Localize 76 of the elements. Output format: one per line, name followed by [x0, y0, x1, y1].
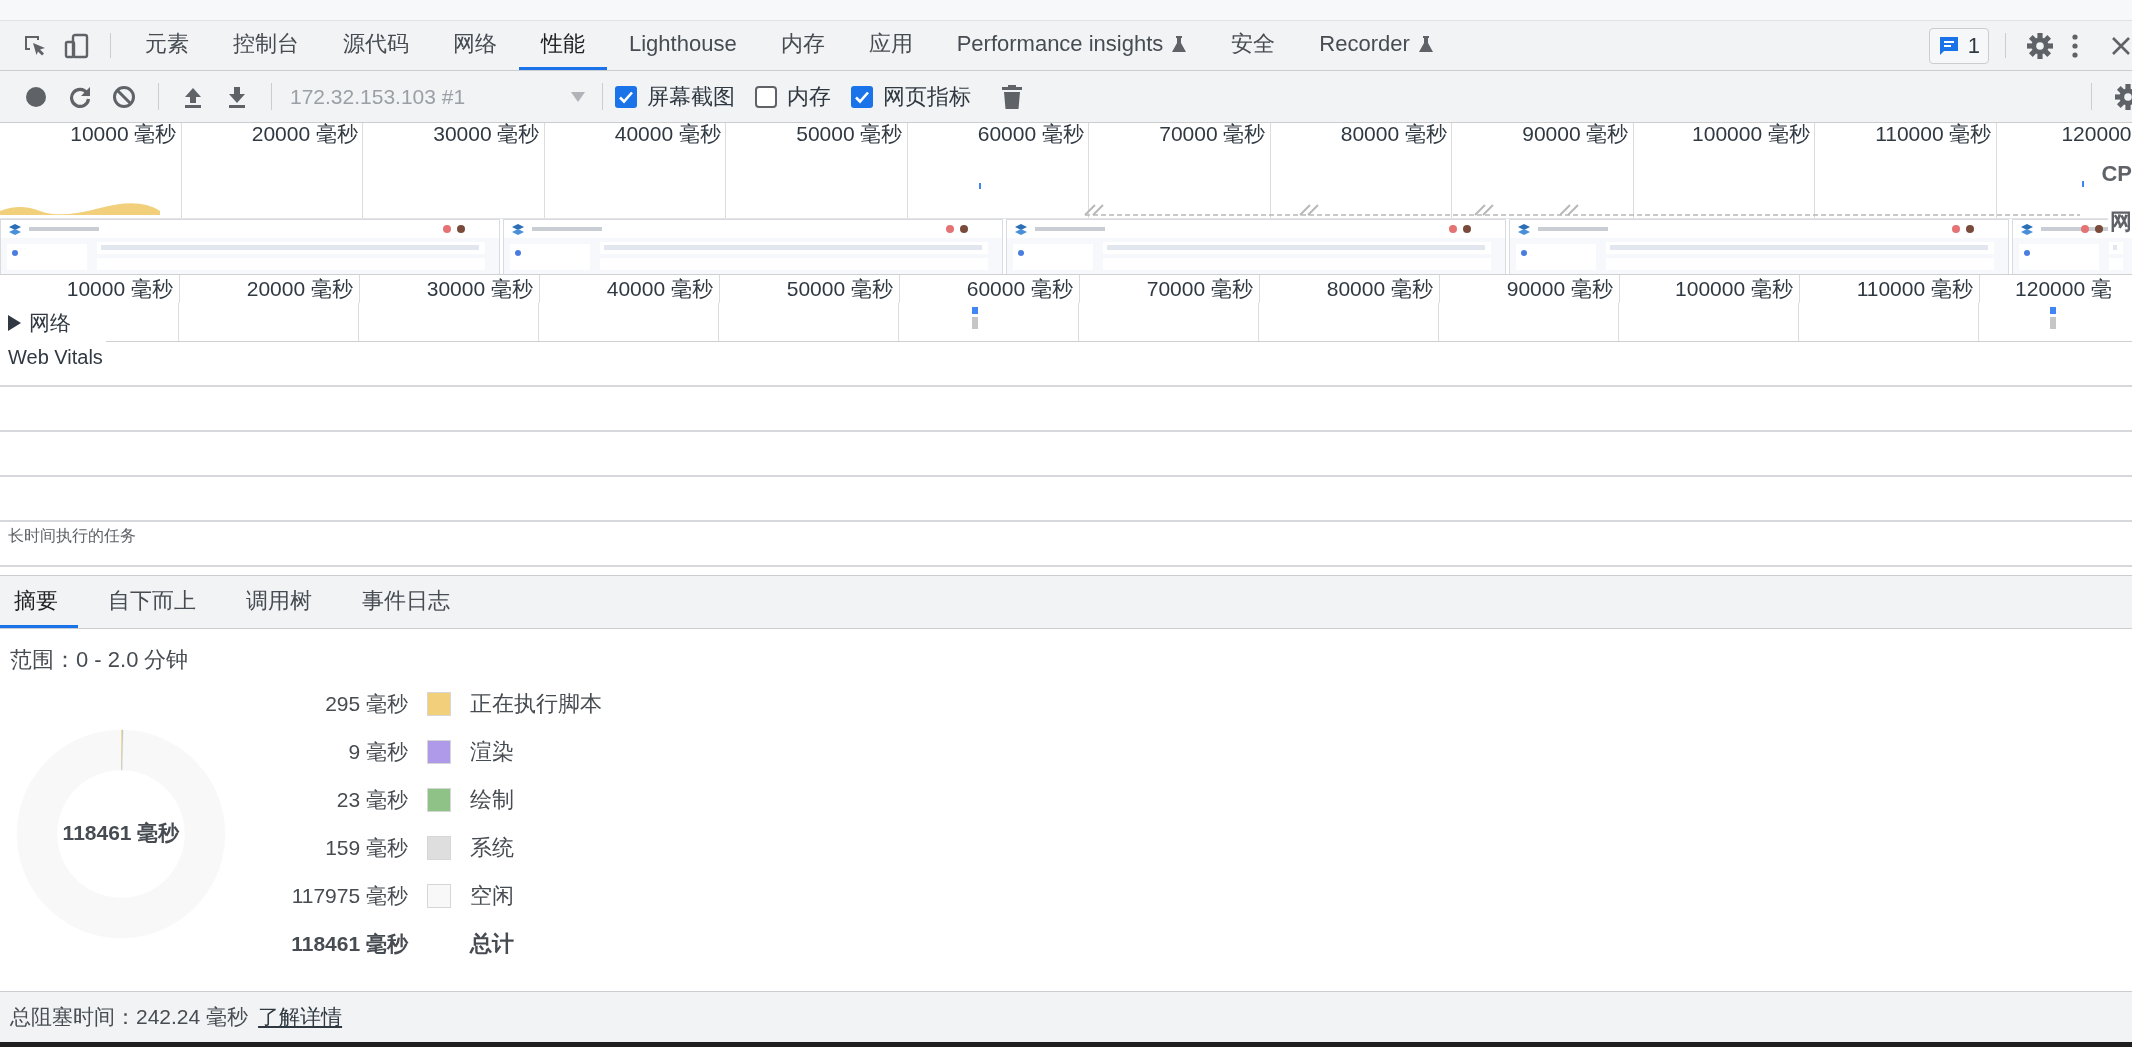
- category-label: 系统: [470, 835, 515, 860]
- time-tick-label: 10000 毫秒: [70, 123, 177, 145]
- duration-value: 295 毫秒: [324, 691, 408, 716]
- expand-arrow-icon[interactable]: [8, 315, 21, 331]
- checkbox[interactable]: [755, 85, 777, 108]
- time-tick-label: 60000 毫秒: [966, 277, 1073, 300]
- blocking-time-text: 总阻塞时间：242.24 毫秒: [10, 1004, 249, 1030]
- time-tick-label: 90000 毫秒: [1506, 277, 1613, 300]
- panel-tab[interactable]: 源代码: [321, 21, 431, 70]
- track-title[interactable]: 网络: [29, 309, 71, 337]
- details-tab[interactable]: 摘要: [0, 576, 78, 628]
- time-tick-label: 110000 毫秒: [1875, 123, 1992, 145]
- track-title: Web Vitals: [7, 345, 104, 370]
- request-marker: [972, 307, 978, 329]
- total-value: 118461 毫秒: [290, 931, 408, 956]
- time-tick-label: 120000: [2061, 123, 2132, 145]
- panel-tab[interactable]: 应用: [846, 21, 935, 70]
- more-options-icon[interactable]: [2070, 32, 2080, 59]
- track-title: 长时间执行的任务: [7, 526, 137, 546]
- time-tick-label: 100000 毫秒: [1675, 277, 1793, 300]
- panel-tab[interactable]: Performance insights: [934, 21, 1210, 70]
- duration-value: 117975 毫秒: [290, 883, 408, 908]
- category-label: 正在执行脚本: [470, 691, 602, 716]
- time-tick-label: 70000 毫秒: [1146, 277, 1253, 300]
- caret-icon: [570, 90, 586, 103]
- panel-tab[interactable]: 控制台: [211, 21, 321, 70]
- details-tab[interactable]: 调用树: [232, 576, 332, 628]
- clear-icon[interactable]: [112, 84, 136, 109]
- learn-more-link[interactable]: 了解详情: [258, 1003, 343, 1031]
- time-tick-label: 100000 毫秒: [1692, 123, 1810, 145]
- duration-value: 9 毫秒: [347, 739, 408, 764]
- checkbox-label: 网页指标: [883, 82, 971, 111]
- time-tick-label: 90000 毫秒: [1522, 123, 1629, 145]
- checkbox-label: 屏幕截图: [647, 82, 735, 111]
- time-tick-label: 110000 毫秒: [1856, 277, 1973, 300]
- delete-icon[interactable]: [1001, 83, 1023, 110]
- time-tick-label: 10000 毫秒: [66, 277, 173, 300]
- panel-tab[interactable]: 安全: [1209, 21, 1298, 70]
- time-tick-label: 50000 毫秒: [786, 277, 893, 300]
- time-tick-label: 80000 毫秒: [1340, 123, 1447, 145]
- time-tick-label: 20000 毫秒: [251, 123, 358, 145]
- time-tick-label: 60000 毫秒: [977, 123, 1084, 145]
- panel-tab[interactable]: Recorder: [1297, 21, 1456, 70]
- donut-total: 118461 毫秒: [61, 820, 181, 846]
- chat-icon: [1937, 34, 1960, 57]
- duration-value: 23 毫秒: [335, 787, 408, 812]
- panel-tab[interactable]: Lighthouse: [607, 21, 759, 70]
- category-label: 绘制: [470, 787, 515, 812]
- duration-value: 159 毫秒: [324, 835, 408, 860]
- time-tick-label: 120000 毫: [2015, 277, 2112, 300]
- category-label: 渲染: [470, 739, 515, 764]
- range-text: 范围：0 - 2.0 分钟: [9, 646, 190, 674]
- category-label: 空闲: [470, 883, 515, 908]
- issues-button[interactable]: 1: [1928, 27, 1989, 64]
- time-tick-label: 40000 毫秒: [614, 123, 721, 145]
- details-tab[interactable]: 自下而上: [94, 576, 216, 628]
- panel-tab[interactable]: 内存: [758, 21, 847, 70]
- panel-tab[interactable]: 元素: [123, 21, 211, 70]
- request-marker: [2050, 307, 2056, 329]
- time-tick-label: 80000 毫秒: [1326, 277, 1433, 300]
- details-tab[interactable]: 事件日志: [348, 576, 470, 628]
- time-tick-label: 30000 毫秒: [433, 123, 540, 145]
- device-toolbar-icon[interactable]: [64, 32, 90, 59]
- panel-tab[interactable]: 网络: [431, 21, 519, 70]
- checkbox-label: 内存: [787, 82, 831, 111]
- time-tick-label: 40000 毫秒: [606, 277, 713, 300]
- time-tick-label: 70000 毫秒: [1159, 123, 1266, 145]
- close-icon[interactable]: [2110, 34, 2132, 57]
- time-tick-label: 30000 毫秒: [426, 277, 533, 300]
- checkbox[interactable]: [851, 85, 873, 108]
- checkbox[interactable]: [615, 85, 637, 108]
- settings-icon[interactable]: [2026, 31, 2054, 60]
- record-icon[interactable]: [24, 84, 48, 109]
- total-label: 总计: [470, 931, 515, 956]
- time-tick-label: 50000 毫秒: [796, 123, 903, 145]
- time-tick-label: 20000 毫秒: [246, 277, 353, 300]
